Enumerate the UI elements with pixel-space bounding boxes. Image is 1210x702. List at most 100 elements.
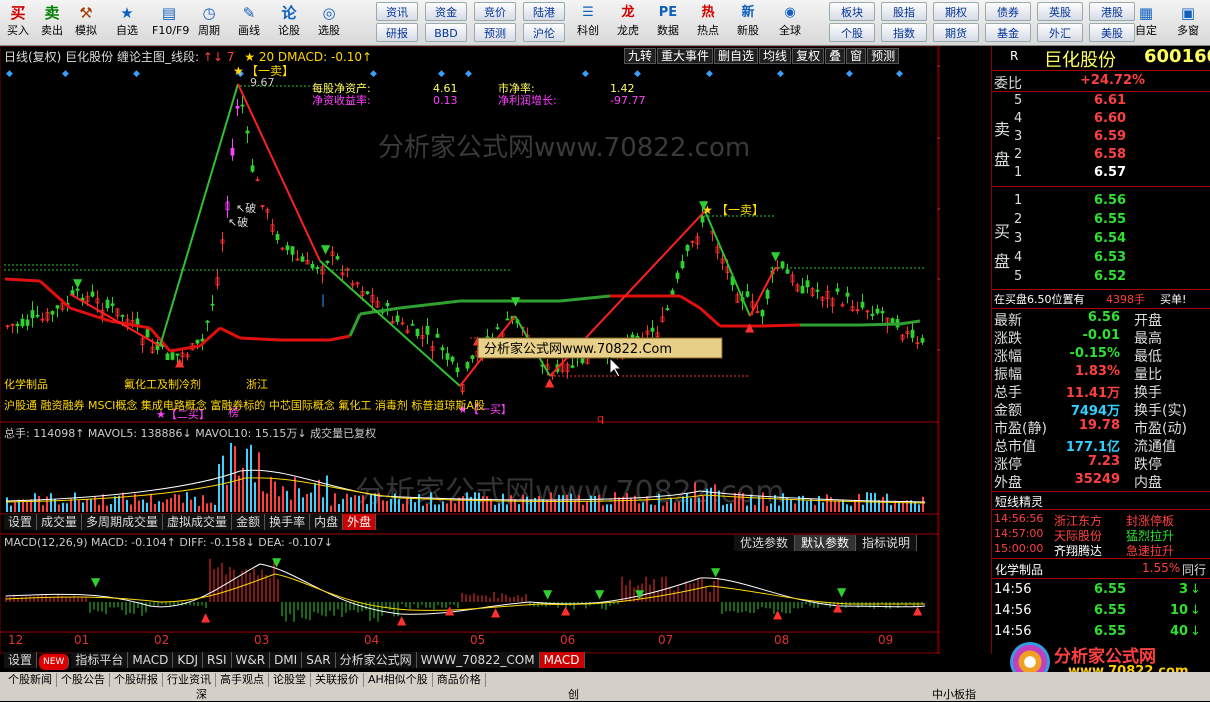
short-time: 15:00:00 [994, 542, 1044, 555]
down-arrow-icon: ↓ [1190, 624, 1201, 639]
indicator-tab[interactable]: MACD [128, 652, 174, 668]
bottom-link[interactable]: 关联报价 [311, 673, 364, 687]
sector-tab[interactable]: 同行 [1182, 561, 1206, 578]
candle-body [650, 327, 655, 332]
bottom-link[interactable]: 个股新闻 [4, 673, 57, 687]
grid-button[interactable]: 指数 [881, 23, 927, 42]
indicator-tab[interactable]: 分析家公式网 [335, 652, 417, 668]
grid-button[interactable]: 股指 [881, 2, 927, 21]
grid-button[interactable]: 研报 [376, 23, 418, 42]
buy-button[interactable]: 买买入 [4, 2, 32, 44]
sell-level: 5 [1014, 93, 1023, 108]
sector-name[interactable]: 化学制品 [995, 561, 1043, 578]
volume-tab[interactable]: 换手率 [265, 514, 311, 530]
bottom-link[interactable]: 行业资讯 [163, 673, 216, 687]
macd-buttons: 优选参数 默认参数 指标说明 [734, 535, 918, 551]
volume-bar [322, 497, 324, 512]
concept-tag: 化学制品 [4, 377, 48, 391]
grid-button[interactable]: 预测 [474, 23, 516, 42]
grid-button[interactable]: 资讯 [376, 2, 418, 21]
bottom-link[interactable]: 高手观点 [216, 673, 269, 687]
chart-tool-button[interactable]: 预测 [867, 48, 900, 64]
chart-tool-button[interactable]: 均线 [759, 48, 792, 64]
ma-line-segment [399, 299, 461, 310]
indicator-tab[interactable]: RSI [203, 652, 232, 668]
stock-select-button[interactable]: ◎ 选股 [312, 2, 346, 44]
candle-body [25, 319, 30, 326]
volume-tab[interactable]: 设置 [4, 514, 38, 530]
indicator-tab[interactable]: 设置 [4, 652, 38, 668]
bottom-link[interactable]: 论股堂 [269, 673, 311, 687]
sell-arrow-icon: ▼ [91, 575, 101, 589]
chart-tool-button[interactable]: 叠 [825, 48, 846, 64]
indicator-tab[interactable]: 指标平台 [71, 652, 129, 668]
month-label: 04 [364, 633, 379, 647]
bottom-link[interactable]: 商品价格 [433, 673, 486, 687]
discuss-button[interactable]: 论论股 [272, 2, 306, 44]
f10-button[interactable]: ▤ F10/F9 [152, 2, 189, 44]
short-stock[interactable]: 齐翔腾达 [1054, 542, 1102, 559]
ipo-button[interactable]: 新新股 [730, 2, 766, 44]
grid-button[interactable]: 竞价 [474, 2, 516, 21]
grid-button[interactable]: 期权 [933, 2, 979, 21]
grid-button[interactable]: 外汇 [1037, 23, 1083, 42]
grid-button[interactable]: 债券 [985, 2, 1031, 21]
indicator-tab[interactable]: W&R [231, 652, 271, 668]
grid-button[interactable]: 板块 [829, 2, 875, 21]
volume-bar [626, 493, 628, 512]
volume-bar [582, 504, 584, 512]
grid-button[interactable]: 英股 [1037, 2, 1083, 21]
grid-button[interactable]: 资金 [425, 2, 467, 21]
bottom-link[interactable]: 个股公告 [57, 673, 110, 687]
chart-tool-button[interactable]: 九转 [624, 48, 657, 64]
macd-param-button[interactable]: 默认参数 [795, 535, 857, 551]
grid-button[interactable]: 陆港 [523, 2, 565, 21]
grid-button[interactable]: 沪伦 [523, 23, 565, 42]
kechuang-button[interactable]: ☰ 科创 [570, 2, 606, 44]
macd-param-button[interactable]: 指标说明 [856, 535, 918, 551]
grid-button[interactable]: 期货 [933, 23, 979, 42]
discuss-icon: 论 [281, 4, 297, 22]
volume-bar [762, 492, 764, 512]
sell-arrow-icon: ▼ [771, 249, 781, 263]
macd-param-button[interactable]: 优选参数 [734, 535, 796, 551]
indicator-tab[interactable]: SAR [302, 652, 336, 668]
period-button[interactable]: ◷ 周期 [192, 2, 226, 44]
grid-button[interactable]: 基金 [985, 23, 1031, 42]
globe-button[interactable]: ◉ 全球 [772, 2, 808, 44]
kline-chart-area[interactable]: 9.869.058.237.416.60分析家公式网www.70822.com分… [0, 45, 977, 654]
bottom-link[interactable]: 个股研报 [110, 673, 163, 687]
indicator-tab[interactable]: WWW_70822_COM [416, 652, 540, 668]
indicator-tab[interactable]: MACD [539, 652, 585, 668]
chart-svg[interactable]: 9.869.058.237.416.60分析家公式网www.70822.com分… [0, 45, 977, 654]
volume-tab[interactable]: 多周期成交量 [82, 514, 164, 530]
quote-panel: R巨化股份600160委比+24.72%卖盘56.6146.6036.5926.… [991, 46, 1210, 682]
chart-tool-button[interactable]: 删自选 [714, 48, 759, 64]
chart-tool-button[interactable]: 复权 [792, 48, 825, 64]
volume-tab[interactable]: 外盘 [343, 514, 377, 530]
tick-price: 6.55 [1094, 624, 1127, 639]
candle-body [815, 289, 820, 292]
chart-tool-button[interactable]: 重大事件 [657, 48, 714, 64]
indicator-tab[interactable]: DMI [270, 652, 303, 668]
multi-window-button[interactable]: ▣ 多窗 [1170, 2, 1206, 44]
grid-button[interactable]: 个股 [829, 23, 875, 42]
sell-button[interactable]: 卖卖出 [38, 2, 66, 44]
hot-button[interactable]: 热热点 [690, 2, 726, 44]
volume-tab[interactable]: 内盘 [310, 514, 344, 530]
watchlist-button[interactable]: ★ 自选 [108, 2, 146, 44]
volume-tab[interactable]: 虚拟成交量 [163, 514, 233, 530]
chart-tool-button[interactable]: 窗 [846, 48, 867, 64]
volume-tab[interactable]: 成交量 [37, 514, 83, 530]
indicator-tab[interactable]: KDJ [173, 652, 203, 668]
simulate-button[interactable]: ⚒ 模拟 [72, 2, 100, 44]
grid-button[interactable]: BBD [425, 23, 467, 42]
volume-tab[interactable]: 金额 [232, 514, 266, 530]
bottom-link[interactable]: AH相似个股 [364, 673, 433, 687]
draw-line-button[interactable]: ✎ 画线 [232, 2, 266, 44]
volume-bar [850, 505, 852, 512]
dragon-tiger-button[interactable]: 龙龙虎 [610, 2, 646, 44]
custom-button[interactable]: ▦ 自定 [1128, 2, 1164, 44]
volume-bar [426, 503, 428, 512]
data-button[interactable]: PE 数据 [650, 2, 686, 44]
